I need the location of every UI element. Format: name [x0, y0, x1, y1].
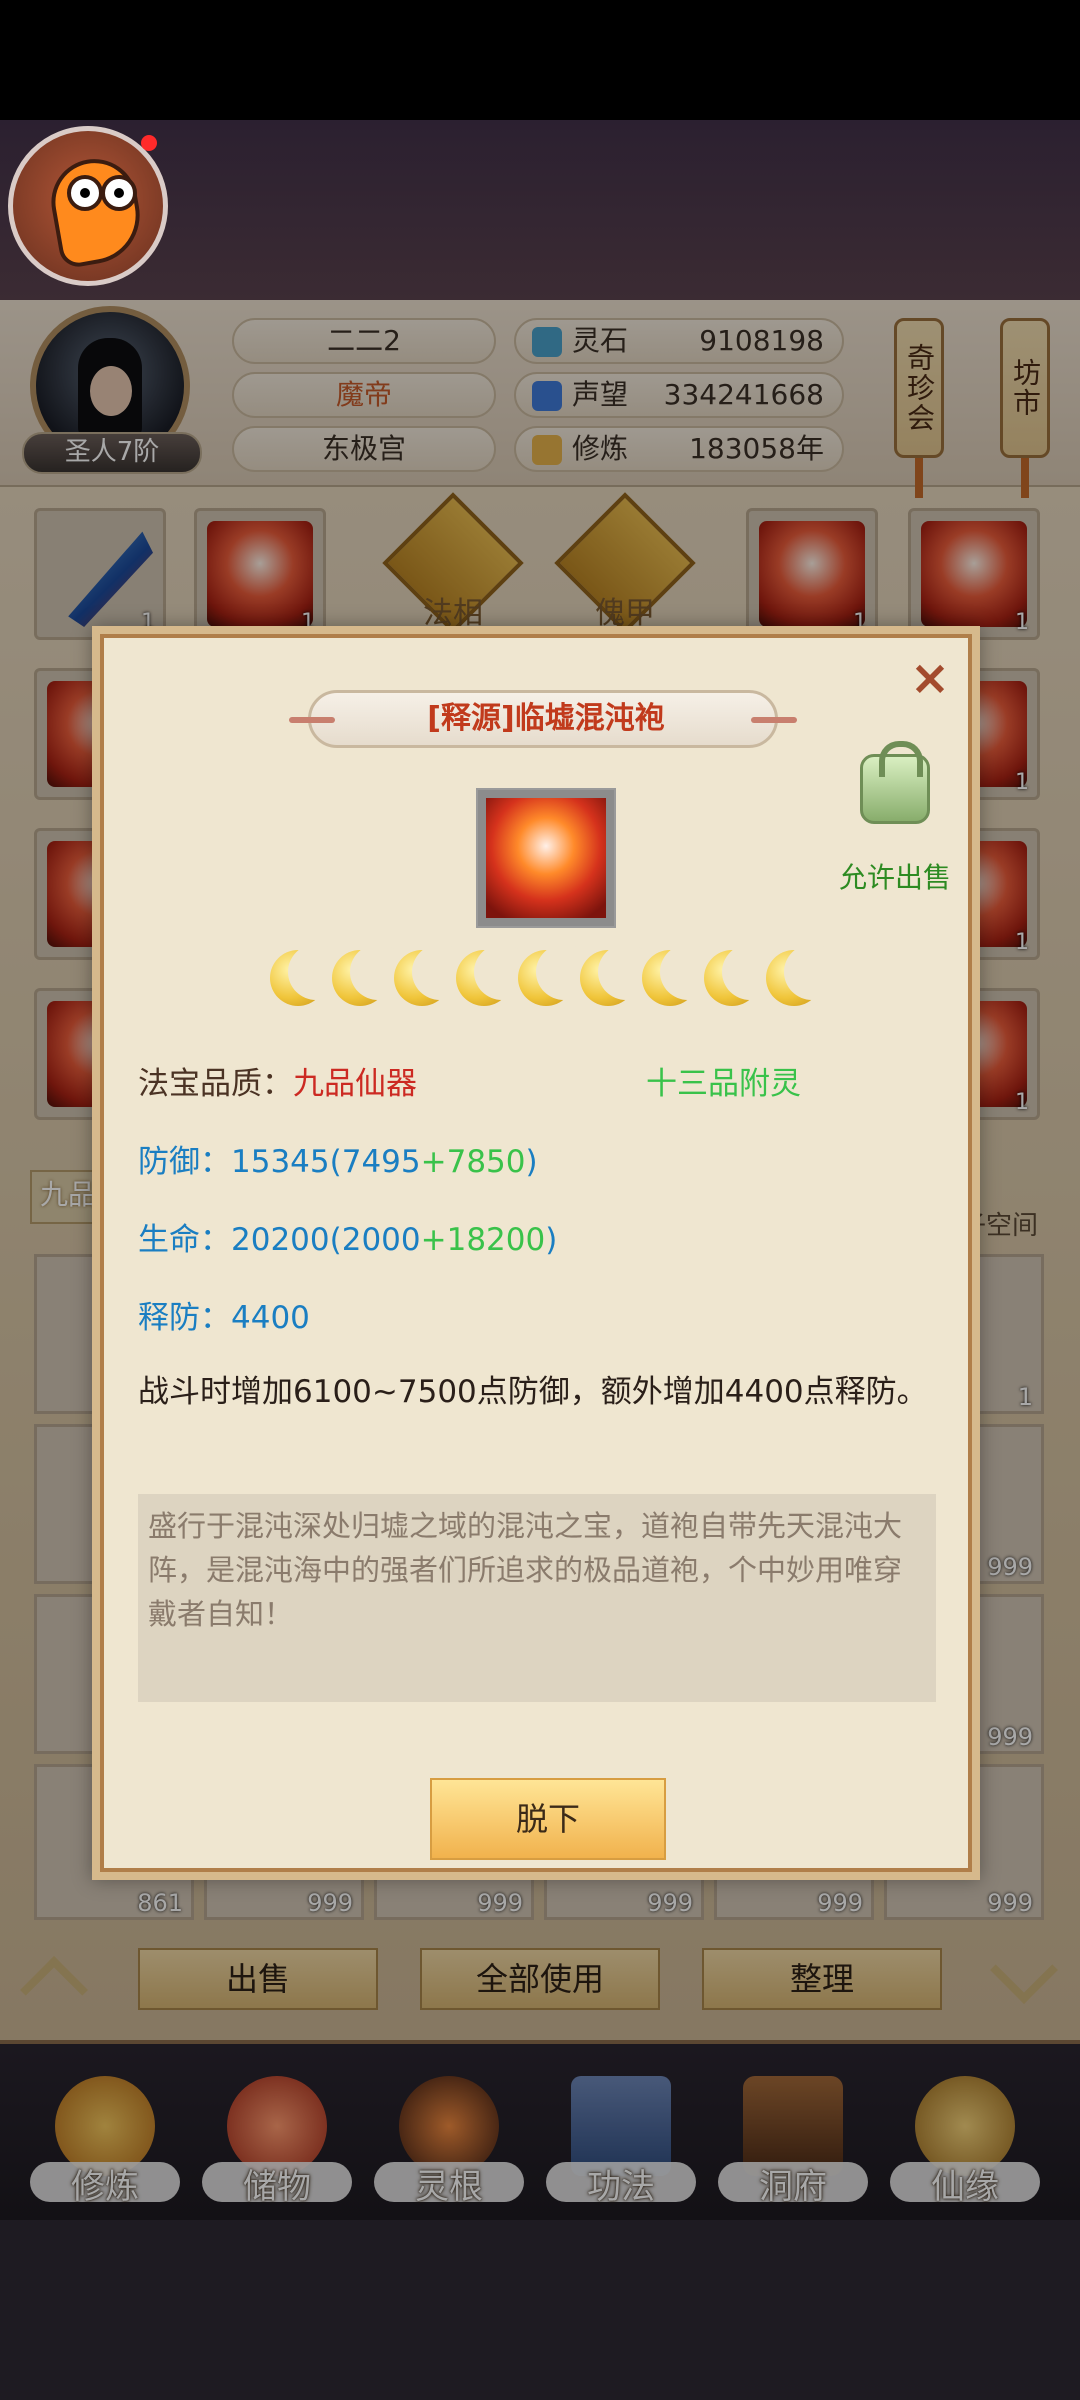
- paren-close: ): [525, 1144, 538, 1180]
- robe-item-icon: [486, 798, 606, 918]
- lore-box: 盛行于混沌深处归墟之域的混沌之宝，道袍自带先天混沌大阵，是混沌海中的强者们所追求…: [138, 1494, 936, 1702]
- hp-total: 20200: [231, 1222, 330, 1258]
- moon-star-icon: [518, 944, 592, 1006]
- quality-row: 法宝品质：九品仙器: [138, 1058, 417, 1103]
- moon-star-icon: [332, 944, 406, 1006]
- quality-label: 法宝品质：: [138, 1066, 293, 1102]
- effect-description: 战斗时增加6100~7500点防御，额外增加4400点释防。: [138, 1374, 928, 1410]
- hp-base: 2000: [341, 1222, 421, 1258]
- hp-bonus: +18200: [420, 1222, 546, 1258]
- moon-star-icon: [456, 944, 530, 1006]
- moon-star-icon: [270, 944, 344, 1006]
- lore-text: 盛行于混沌深处归墟之域的混沌之宝，道袍自带先天混沌大阵，是混沌海中的强者们所追求…: [148, 1509, 903, 1631]
- app-logo-icon[interactable]: [8, 126, 168, 286]
- enchant-grade: 十三品附灵: [646, 1066, 801, 1102]
- hp-label: 生命：: [138, 1222, 231, 1258]
- mascot-face-icon: [44, 152, 148, 270]
- defense-stat: 防御：15345(7495+7850): [138, 1136, 538, 1181]
- item-detail-modal: × [释源]临墟混沌袍 允许出售 法宝品质：九品仙器 十三品附灵 防御：1534…: [92, 626, 980, 1880]
- defense-label: 防御：: [138, 1144, 231, 1180]
- lock-icon[interactable]: [860, 741, 930, 824]
- moon-star-icon: [580, 944, 654, 1006]
- item-title-banner: [释源]临墟混沌袍: [289, 690, 797, 748]
- star-rating: [270, 944, 840, 1014]
- moon-star-icon: [394, 944, 468, 1006]
- close-icon[interactable]: ×: [908, 654, 952, 702]
- quality-value: 九品仙器: [293, 1066, 417, 1102]
- defense-base: 7495: [341, 1144, 421, 1180]
- resist-stat: 释防：4400: [138, 1292, 310, 1337]
- paren-open: (: [329, 1144, 342, 1180]
- bottom-empty-area: [0, 2220, 1080, 2400]
- defense-total: 15345: [231, 1144, 330, 1180]
- unequip-button[interactable]: 脱下: [430, 1778, 666, 1860]
- mascot-eye-icon: [101, 175, 137, 211]
- paren-open: (: [329, 1222, 342, 1258]
- moon-star-icon: [704, 944, 778, 1006]
- notification-dot: [141, 135, 157, 151]
- paren-close: ): [545, 1222, 558, 1258]
- moon-star-icon: [766, 944, 840, 1006]
- item-title: [释源]临墟混沌袍: [427, 701, 665, 736]
- hp-stat: 生命：20200(2000+18200): [138, 1214, 557, 1259]
- resist-label: 释防：: [138, 1300, 231, 1336]
- defense-bonus: +7850: [420, 1144, 526, 1180]
- status-bar: [0, 0, 1080, 120]
- moon-star-icon: [642, 944, 716, 1006]
- resist-total: 4400: [231, 1300, 310, 1336]
- mascot-eye-icon: [67, 175, 103, 211]
- item-image-frame: [476, 788, 616, 928]
- sell-permission-label: 允许出售: [838, 861, 951, 894]
